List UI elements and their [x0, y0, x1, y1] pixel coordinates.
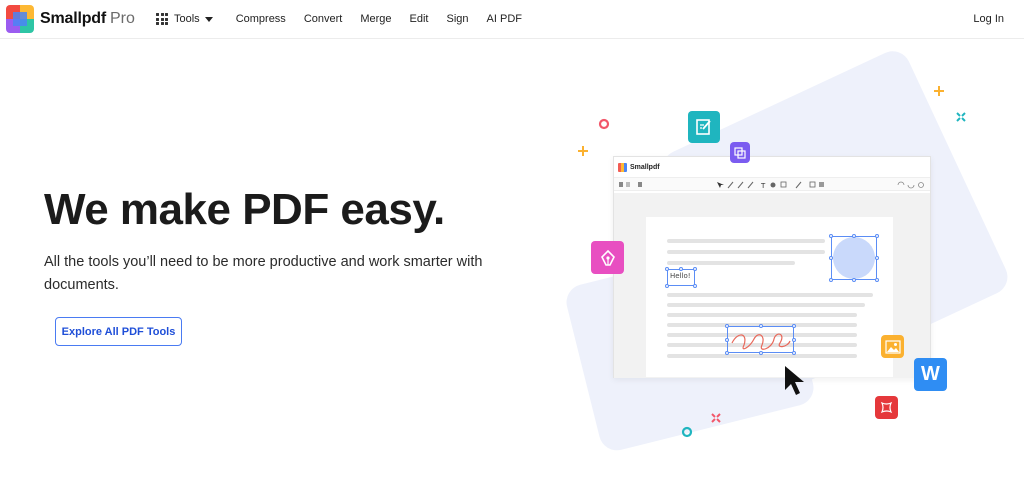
editor-title: Smallpdf — [630, 163, 660, 171]
chevron-down-icon — [204, 16, 213, 22]
nav-edit[interactable]: Edit — [410, 13, 429, 25]
ring-decoration-icon — [598, 118, 610, 130]
nav-compress[interactable]: Compress — [236, 13, 286, 25]
hero-illustration: Smallpdf T Hello! W — [560, 45, 1014, 460]
x-decoration-icon — [956, 112, 966, 122]
hero-subtitle: All the tools you’ll need to be more pro… — [44, 254, 483, 293]
plus-decoration-icon — [934, 86, 944, 96]
selection-box — [831, 236, 877, 280]
word-tile-icon: W — [914, 358, 947, 391]
plus-decoration-icon — [578, 146, 588, 156]
word-letter: W — [921, 363, 940, 385]
smallpdf-mini-logo-icon — [618, 162, 627, 172]
x-decoration-icon — [711, 413, 721, 423]
nav-sign[interactable]: Sign — [447, 13, 469, 25]
editor-toolbar: T — [614, 177, 930, 191]
nav-merge[interactable]: Merge — [360, 13, 391, 25]
top-navbar: Smallpdf Pro Tools Compress Convert Merg… — [0, 0, 1024, 39]
svg-text:T: T — [760, 182, 766, 190]
editor-titlebar: Smallpdf — [614, 157, 930, 177]
signature-scribble — [731, 333, 791, 350]
nav-convert[interactable]: Convert — [304, 13, 343, 25]
smallpdf-logo-icon — [6, 5, 34, 33]
explore-tools-button[interactable]: Explore All PDF Tools — [55, 317, 182, 346]
tools-menu-button[interactable]: Tools — [156, 13, 213, 25]
brand-suffix: Pro — [109, 10, 135, 27]
hero-title: We make PDF easy. — [44, 185, 445, 234]
sign-pen-tile-icon — [591, 241, 624, 274]
ring-decoration-icon — [681, 426, 693, 438]
copy-tile-icon — [730, 142, 750, 163]
cursor-arrow-icon — [785, 366, 804, 395]
brand-logo[interactable]: Smallpdf Pro — [6, 5, 135, 33]
edit-pdf-tile-icon — [688, 111, 720, 143]
crop-tile-icon — [875, 396, 898, 419]
main-nav: Tools Compress Convert Merge Edit Sign A… — [156, 0, 540, 38]
tools-label: Tools — [174, 13, 200, 25]
sample-text: Hello! — [670, 272, 691, 280]
grid-icon — [156, 13, 168, 25]
image-tile-icon — [881, 335, 904, 358]
toolbar-icons: T — [619, 181, 924, 190]
nav-ai-pdf[interactable]: AI PDF — [487, 13, 522, 25]
brand-name: Smallpdf — [40, 10, 106, 27]
login-link[interactable]: Log In — [973, 13, 1004, 25]
